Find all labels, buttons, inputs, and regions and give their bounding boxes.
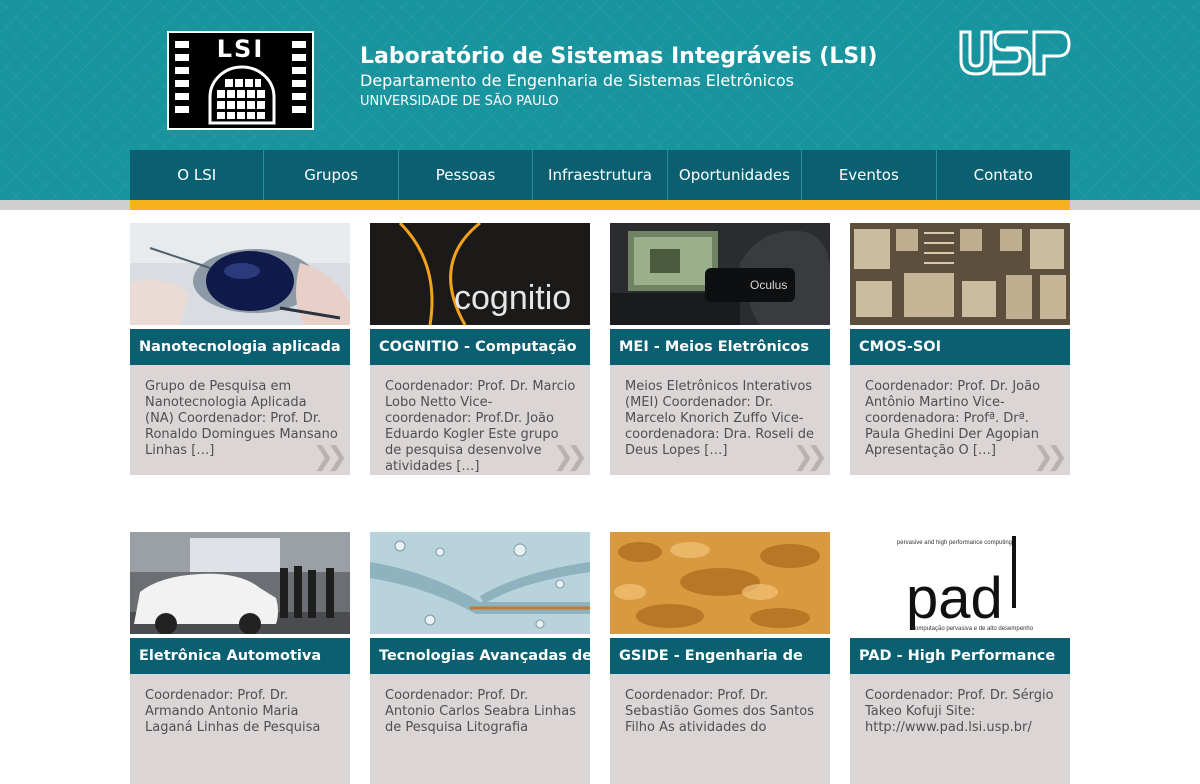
card-image-tecnologias-avancadas[interactable] <box>370 532 590 634</box>
nav-item-o-lsi[interactable]: O LSI <box>130 150 265 200</box>
card-excerpt-text: Coordenador: Prof. Dr. Marcio Lobo Netto… <box>385 379 576 474</box>
pad-image-text: pad <box>906 566 1003 631</box>
nav-accent-bar <box>130 200 1070 210</box>
group-card-tecnologias-avancadas[interactable]: Tecnologias Avançadas de Coordenador: Pr… <box>370 532 590 784</box>
oculus-image-text: Oculus <box>750 278 787 292</box>
card-image-cmos-soi[interactable] <box>850 223 1070 325</box>
card-image-nanotecnologia[interactable] <box>130 223 350 325</box>
cognitio-image-text: cognitio <box>454 279 571 317</box>
card-excerpt: Coordenador: Prof. Dr. Sérgio Takeo Kofu… <box>850 674 1070 784</box>
card-image-gside[interactable] <box>610 532 830 634</box>
card-title[interactable]: MEI - Meios Eletrônicos <box>610 329 830 365</box>
chip-pins-right <box>292 41 306 125</box>
usp-logo[interactable] <box>958 28 1072 78</box>
card-image-cognitio[interactable]: cognitio <box>370 223 590 325</box>
card-excerpt-text: Coordenador: Prof. Dr. Antonio Carlos Se… <box>385 688 576 735</box>
card-title[interactable]: GSIDE - Engenharia de <box>610 638 830 674</box>
nav-item-infraestrutura[interactable]: Infraestrutura <box>533 150 668 200</box>
university-name: UNIVERSIDADE DE SÃO PAULO <box>360 94 559 109</box>
group-card-cognitio[interactable]: cognitio COGNITIO - Computação Coordenad… <box>370 223 590 475</box>
group-card-gside[interactable]: GSIDE - Engenharia de Coordenador: Prof.… <box>610 532 830 784</box>
card-excerpt-text: Meios Eletrônicos Interativos (MEI) Coor… <box>625 379 815 458</box>
card-excerpt-text: Coordenador: Prof. Dr. Sebastião Gomes d… <box>625 688 814 735</box>
nav-item-contato[interactable]: Contato <box>937 150 1070 200</box>
wafer-icon <box>208 65 276 125</box>
card-title[interactable]: PAD - High Performance <box>850 638 1070 674</box>
lsi-logo[interactable]: LSI <box>167 31 314 130</box>
card-excerpt-text: Coordenador: Prof. Dr. Armando Antonio M… <box>145 688 321 735</box>
double-chevron-right-icon[interactable]: ❯❯ <box>552 444 587 470</box>
card-excerpt: Coordenador: Prof. Dr. Marcio Lobo Netto… <box>370 365 590 475</box>
group-card-mei[interactable]: Oculus MEI - Meios Eletrônicos Meios Ele… <box>610 223 830 475</box>
card-excerpt-text: Grupo de Pesquisa em Nanotecnologia Apli… <box>145 379 338 458</box>
lsi-logo-text: LSI <box>216 35 265 63</box>
double-chevron-right-icon[interactable]: ❯❯ <box>1032 444 1067 470</box>
department-name: Departamento de Engenharia de Sistemas E… <box>360 71 794 90</box>
nav-item-eventos[interactable]: Eventos <box>802 150 937 200</box>
card-image-eletronica-automotiva[interactable] <box>130 532 350 634</box>
card-title[interactable]: COGNITIO - Computação <box>370 329 590 365</box>
chip-pins-left <box>175 41 189 125</box>
card-excerpt: Grupo de Pesquisa em Nanotecnologia Apli… <box>130 365 350 475</box>
site-title[interactable]: Laboratório de Sistemas Integráveis (LSI… <box>360 42 877 72</box>
card-image-pad[interactable]: pervasive and high performance computing… <box>850 532 1070 634</box>
site-title-block: Laboratório de Sistemas Integráveis (LSI… <box>360 42 877 114</box>
double-chevron-right-icon[interactable]: ❯❯ <box>312 444 347 470</box>
group-card-nanotecnologia[interactable]: Nanotecnologia aplicada Grupo de Pesquis… <box>130 223 350 475</box>
nav-item-pessoas[interactable]: Pessoas <box>399 150 534 200</box>
card-title[interactable]: Nanotecnologia aplicada <box>130 329 350 365</box>
main-navigation: O LSI Grupos Pessoas Infraestrutura Opor… <box>130 150 1070 200</box>
card-image-mei[interactable]: Oculus <box>610 223 830 325</box>
group-card-pad[interactable]: pervasive and high performance computing… <box>850 532 1070 784</box>
card-title[interactable]: CMOS-SOI <box>850 329 1070 365</box>
pad-caption-top: pervasive and high performance computing <box>897 540 1012 546</box>
card-title[interactable]: Eletrônica Automotiva <box>130 638 350 674</box>
card-title[interactable]: Tecnologias Avançadas de <box>370 638 590 674</box>
card-excerpt: Coordenador: Prof. Dr. João Antônio Mart… <box>850 365 1070 475</box>
card-excerpt: Coordenador: Prof. Dr. Armando Antonio M… <box>130 674 350 784</box>
nav-item-grupos[interactable]: Grupos <box>264 150 399 200</box>
card-excerpt: Meios Eletrônicos Interativos (MEI) Coor… <box>610 365 830 475</box>
card-excerpt: Coordenador: Prof. Dr. Antonio Carlos Se… <box>370 674 590 784</box>
group-card-cmos-soi[interactable]: CMOS-SOI Coordenador: Prof. Dr. João Ant… <box>850 223 1070 475</box>
nav-item-oportunidades[interactable]: Oportunidades <box>668 150 803 200</box>
double-chevron-right-icon[interactable]: ❯❯ <box>792 444 827 470</box>
card-excerpt: Coordenador: Prof. Dr. Sebastião Gomes d… <box>610 674 830 784</box>
card-excerpt-text: Coordenador: Prof. Dr. Sérgio Takeo Kofu… <box>865 688 1054 735</box>
group-card-eletronica-automotiva[interactable]: Eletrônica Automotiva Coordenador: Prof.… <box>130 532 350 784</box>
card-excerpt-text: Coordenador: Prof. Dr. João Antônio Mart… <box>865 379 1041 458</box>
pad-caption-bottom: computação pervasiva e de alto desempenh… <box>912 626 1034 632</box>
